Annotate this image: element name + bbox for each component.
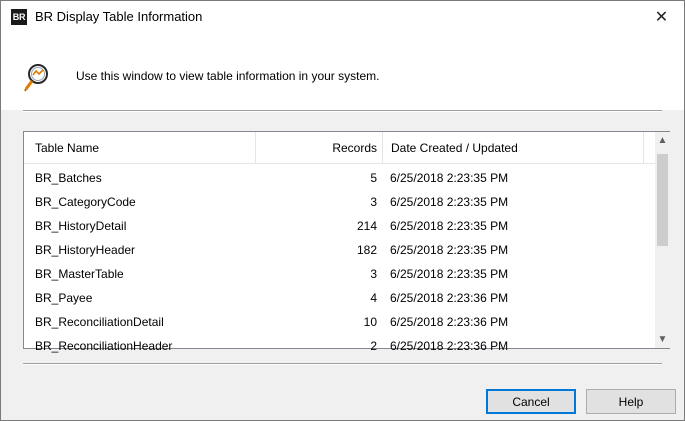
table-rows: BR_Batches 5 6/25/2018 2:23:35 PM BR_Cat… — [24, 166, 655, 358]
chevron-up-icon[interactable]: ▲ — [655, 132, 670, 149]
cell-records: 4 — [370, 291, 377, 305]
cell-table-name: BR_HistoryHeader — [35, 243, 136, 257]
magnifier-icon — [24, 64, 48, 92]
window-title: BR Display Table Information — [35, 9, 203, 24]
cell-table-name: BR_HistoryDetail — [35, 219, 127, 233]
cell-records: 2 — [370, 339, 377, 353]
info-message: Use this window to view table informatio… — [76, 69, 380, 83]
cell-table-name: BR_Payee — [35, 291, 93, 305]
cell-date: 6/25/2018 2:23:35 PM — [390, 267, 509, 281]
table-list[interactable]: Table Name Records Date Created / Update… — [23, 131, 670, 353]
cell-records: 3 — [370, 195, 377, 209]
table-row[interactable]: BR_HistoryDetail 214 6/25/2018 2:23:35 P… — [24, 214, 655, 238]
app-icon: BR — [11, 9, 27, 25]
chevron-down-icon[interactable]: ▼ — [655, 331, 670, 348]
table-row[interactable]: BR_HistoryHeader 182 6/25/2018 2:23:35 P… — [24, 238, 655, 262]
cell-records: 214 — [356, 219, 377, 233]
cell-table-name: BR_MasterTable — [35, 267, 124, 281]
cancel-button[interactable]: Cancel — [486, 389, 576, 414]
top-divider — [23, 110, 662, 112]
cell-date: 6/25/2018 2:23:36 PM — [390, 291, 509, 305]
cell-date: 6/25/2018 2:23:35 PM — [390, 171, 509, 185]
cell-date: 6/25/2018 2:23:36 PM — [390, 315, 509, 329]
column-header-table-name[interactable]: Table Name — [35, 132, 255, 163]
bottom-divider — [23, 363, 662, 365]
cell-table-name: BR_Batches — [35, 171, 102, 185]
cell-date: 6/25/2018 2:23:35 PM — [390, 195, 509, 209]
cell-records: 5 — [370, 171, 377, 185]
table-row[interactable]: BR_ReconciliationDetail 10 6/25/2018 2:2… — [24, 310, 655, 334]
table-header: Table Name Records Date Created / Update… — [24, 132, 655, 164]
cell-records: 182 — [356, 243, 377, 257]
cell-date: 6/25/2018 2:23:36 PM — [390, 339, 509, 353]
close-icon[interactable]: ✕ — [639, 1, 684, 32]
table-row[interactable]: BR_CategoryCode 3 6/25/2018 2:23:35 PM — [24, 190, 655, 214]
table-row[interactable]: BR_ReconciliationHeader 2 6/25/2018 2:23… — [24, 334, 655, 358]
scrollbar-thumb[interactable] — [657, 154, 668, 246]
vertical-scrollbar[interactable]: ▲ ▼ — [655, 132, 670, 348]
table-row[interactable]: BR_MasterTable 3 6/25/2018 2:23:35 PM — [24, 262, 655, 286]
cell-table-name: BR_ReconciliationDetail — [35, 315, 164, 329]
header-area: Use this window to view table informatio… — [1, 32, 684, 110]
cell-records: 3 — [370, 267, 377, 281]
help-button[interactable]: Help — [586, 389, 676, 414]
table-row[interactable]: BR_Batches 5 6/25/2018 2:23:35 PM — [24, 166, 655, 190]
column-header-date[interactable]: Date Created / Updated — [382, 132, 644, 163]
cell-date: 6/25/2018 2:23:35 PM — [390, 219, 509, 233]
cell-table-name: BR_ReconciliationHeader — [35, 339, 173, 353]
cell-records: 10 — [363, 315, 377, 329]
column-header-records[interactable]: Records — [255, 132, 382, 163]
cell-table-name: BR_CategoryCode — [35, 195, 136, 209]
title-bar[interactable]: BR BR Display Table Information ✕ — [1, 1, 684, 32]
table-row[interactable]: BR_Payee 4 6/25/2018 2:23:36 PM — [24, 286, 655, 310]
dialog-window: BR BR Display Table Information ✕ Use th… — [0, 0, 685, 421]
cell-date: 6/25/2018 2:23:35 PM — [390, 243, 509, 257]
